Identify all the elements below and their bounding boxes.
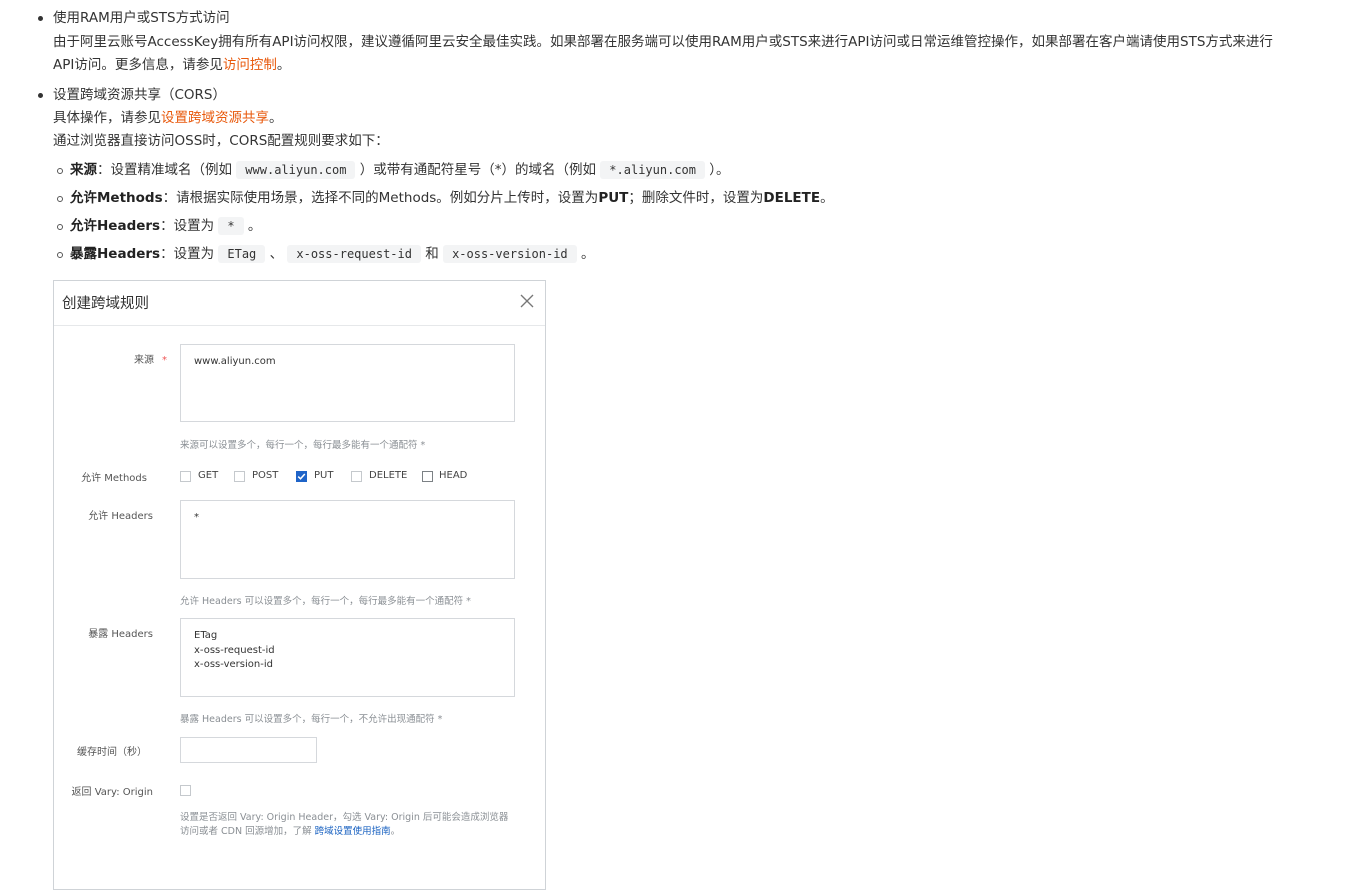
expose-headers-label: 暴露 Headers: [88, 629, 153, 640]
text: 。: [390, 826, 401, 837]
allow-headers-label: 允许 Headers: [88, 511, 153, 522]
paragraph-text: 由于阿里云账号AccessKey拥有所有API访问权限，建议遵循阿里云安全最佳实…: [53, 34, 1273, 50]
bullet: [57, 224, 63, 230]
origin-label: 来源 *: [134, 351, 167, 366]
paragraph-text: 具体操作，请参见设置跨域资源共享。: [53, 106, 283, 130]
text: 。: [247, 218, 262, 234]
text: 。: [269, 110, 283, 126]
text: API访问。更多信息，请参见: [53, 57, 223, 73]
dialog-header: 创建跨域规则: [54, 281, 545, 326]
bullet: [38, 93, 43, 98]
rule-label: 允许Headers: [70, 218, 161, 234]
head-checkbox[interactable]: [422, 471, 433, 482]
allow-headers-hint: 允许 Headers 可以设置多个，每行一个，每行最多能有一个通配符 *: [180, 596, 471, 607]
head-label: HEAD: [439, 470, 468, 481]
text: 。: [580, 246, 595, 262]
text: 、: [269, 246, 284, 262]
cache-time-label: 缓存时间（秒）: [77, 747, 147, 758]
rule-allow-headers: 允许Headers：设置为 * 。: [70, 214, 261, 238]
vary-hint: 访问或者 CDN 回源增加，了解 跨域设置使用指南。: [180, 823, 400, 837]
link-cors[interactable]: 设置跨域资源共享: [161, 110, 269, 126]
required-mark: *: [162, 355, 167, 366]
bullet: [57, 168, 63, 174]
create-cors-rule-dialog: 创建跨域规则 来源 * www.aliyun.com 来源可以设置多个，每行一个，…: [53, 280, 546, 890]
origin-textarea[interactable]: www.aliyun.com: [180, 344, 515, 422]
code: x-oss-request-id: [287, 245, 421, 263]
text: ）或带有通配符星号（*）的域名（例如: [359, 162, 596, 178]
bold-text: DELETE: [763, 190, 821, 206]
vary-origin-checkbox[interactable]: [180, 785, 191, 796]
bullet: [57, 252, 63, 258]
list-item-title: 使用RAM用户或STS方式访问: [53, 10, 230, 26]
paragraph-text: API访问。更多信息，请参见访问控制。: [53, 53, 290, 77]
get-label: GET: [198, 470, 219, 481]
bullet: [57, 196, 63, 202]
rule-methods: 允许Methods：请根据实际使用场景，选择不同的Methods。例如分片上传时…: [70, 186, 834, 210]
checkmark-icon: [297, 473, 306, 480]
bold-text: PUT: [598, 190, 629, 206]
code: www.aliyun.com: [236, 161, 356, 179]
text: ：设置精准域名（例如: [97, 162, 232, 178]
text: ；删除文件时，设置为: [628, 190, 764, 206]
text: 具体操作，请参见: [53, 110, 161, 126]
text: 和: [425, 246, 439, 262]
code: x-oss-version-id: [443, 245, 577, 263]
vary-hint: 设置是否返回 Vary: Origin Header，勾选 Vary: Orig…: [180, 812, 509, 823]
paragraph-text: 通过浏览器直接访问OSS时，CORS配置规则要求如下：: [53, 133, 389, 149]
rule-label: 允许Methods: [70, 190, 163, 206]
post-label: POST: [252, 470, 279, 481]
vary-origin-label: 返回 Vary: Origin: [71, 787, 153, 798]
put-label: PUT: [314, 470, 334, 481]
rule-label: 暴露Headers: [70, 246, 161, 262]
rule-label: 来源: [70, 162, 97, 178]
delete-checkbox[interactable]: [351, 471, 362, 482]
code: *.aliyun.com: [600, 161, 705, 179]
text: ：设置为: [160, 246, 215, 262]
text: ）。: [709, 162, 730, 178]
text: 。: [276, 57, 291, 73]
code: ETag: [218, 245, 266, 263]
origin-hint: 来源可以设置多个，每行一个，每行最多能有一个通配符 *: [180, 440, 426, 451]
put-checkbox[interactable]: [296, 471, 307, 482]
link-access-control[interactable]: 访问控制: [223, 57, 277, 73]
dialog-title: 创建跨域规则: [62, 296, 149, 312]
text: ：设置为: [160, 218, 215, 234]
text: ：请根据实际使用场景，选择不同的Methods。例如分片上传时，设置为: [162, 190, 599, 206]
get-checkbox[interactable]: [180, 471, 191, 482]
expose-headers-textarea[interactable]: ETag x-oss-request-id x-oss-version-id: [180, 618, 515, 697]
text: 访问或者 CDN 回源增加，了解: [180, 826, 312, 837]
list-item-title: 设置跨域资源共享（CORS）: [53, 87, 227, 103]
text: 。: [820, 190, 834, 206]
code: *: [218, 217, 244, 235]
expose-headers-hint: 暴露 Headers 可以设置多个，每行一个，不允许出现通配符 *: [180, 714, 443, 725]
cache-time-input[interactable]: [180, 737, 317, 763]
cors-guide-link[interactable]: 跨域设置使用指南: [315, 826, 391, 837]
allow-headers-textarea[interactable]: *: [180, 500, 515, 579]
methods-label: 允许 Methods: [81, 473, 147, 484]
close-icon[interactable]: [519, 293, 535, 309]
label-text: 来源: [134, 355, 154, 366]
bullet: [38, 16, 43, 21]
rule-expose-headers: 暴露Headers：设置为 ETag 、 x-oss-request-id 和 …: [70, 242, 594, 266]
delete-label: DELETE: [369, 470, 408, 481]
rule-origin: 来源：设置精准域名（例如 www.aliyun.com ）或带有通配符星号（*）…: [70, 158, 730, 182]
post-checkbox[interactable]: [234, 471, 245, 482]
